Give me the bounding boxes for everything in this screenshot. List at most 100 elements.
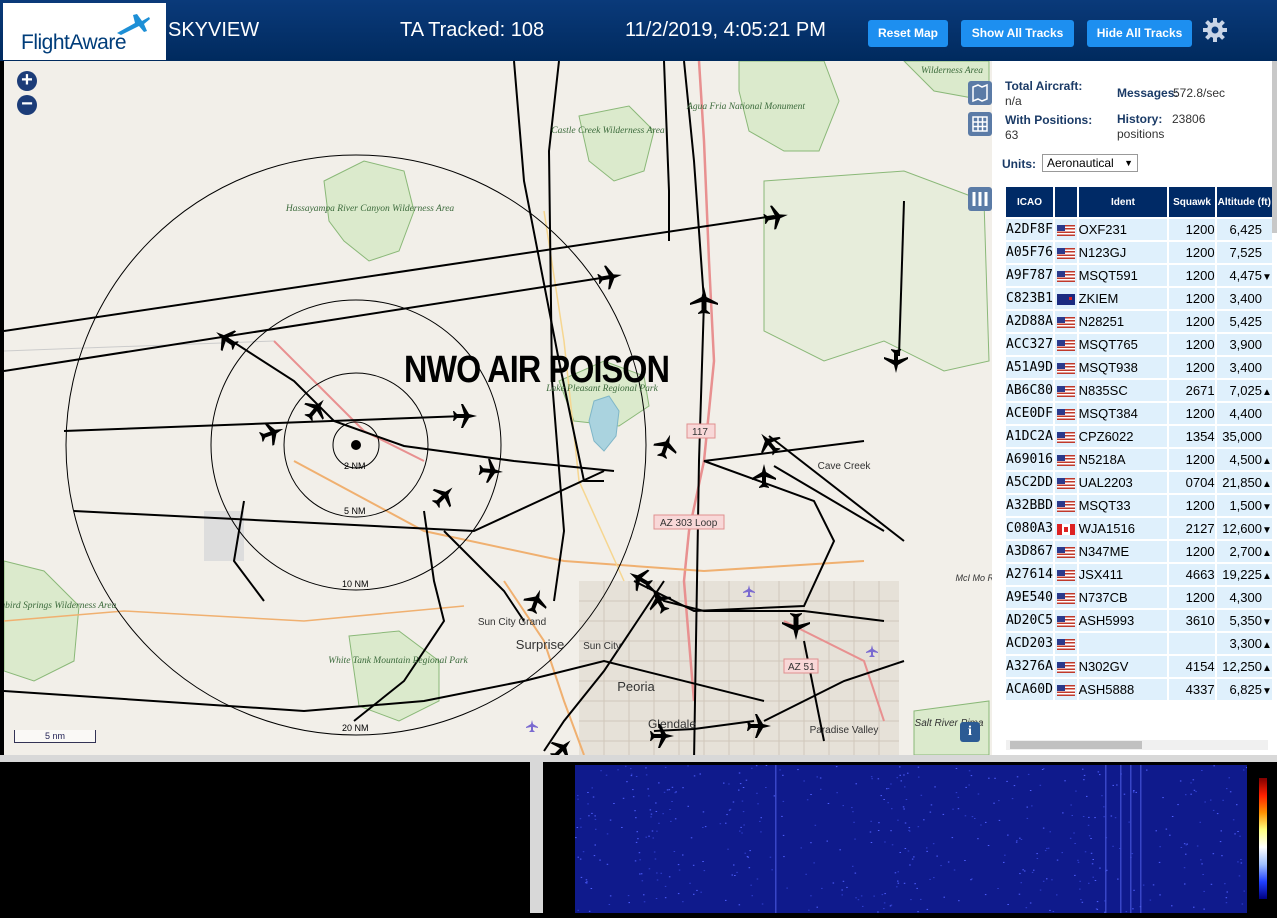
altitude-value: 7,525	[1229, 245, 1262, 260]
map-grid-button[interactable]	[968, 112, 992, 136]
column-header-altitude[interactable]: Altitude (ft)	[1216, 187, 1272, 217]
ring-label-5nm: 5 NM	[344, 506, 366, 516]
aircraft-icon	[690, 287, 718, 314]
altitude-value: 6,825	[1229, 682, 1262, 697]
city-paradise-valley: Paradise Valley	[810, 725, 879, 736]
horizontal-divider[interactable]	[0, 755, 1277, 762]
table-row[interactable]: ACD203 3,300▲	[1006, 633, 1272, 654]
column-header-squawk[interactable]: Squawk	[1169, 187, 1215, 217]
altitude-trend-icon: ▼	[1262, 272, 1272, 283]
altitude-value: 6,425	[1229, 222, 1262, 237]
city-cave-creek: Cave Creek	[818, 461, 872, 472]
units-select[interactable]: Aeronautical ▼	[1042, 154, 1138, 172]
cell-flag	[1054, 518, 1077, 539]
cell-altitude: 3,900	[1216, 334, 1272, 355]
table-row[interactable]: AD20C5 ASH5993 3610 5,350▼	[1006, 610, 1272, 631]
table-row[interactable]: C080A3 WJA1516 2127 12,600▼	[1006, 518, 1272, 539]
vertical-divider[interactable]	[530, 755, 543, 913]
cell-icao: A32BBD	[1006, 495, 1053, 516]
reset-map-button[interactable]: Reset Map	[868, 20, 948, 47]
map-view[interactable]: 2 NM 5 NM 10 NM 20 NM Castle Creek Wilde…	[4, 61, 992, 755]
gear-icon[interactable]	[1202, 17, 1228, 43]
city-surprise: Surprise	[516, 637, 564, 652]
info-button[interactable]: i	[960, 722, 980, 742]
cell-altitude: 5,425	[1216, 311, 1272, 332]
table-row[interactable]: ACE0DF MSQT384 1200 4,400	[1006, 403, 1272, 424]
units-label: Units:	[1002, 157, 1036, 171]
table-row[interactable]: AB6C80 N835SC 2671 7,025▲	[1006, 380, 1272, 401]
cell-ident: JSX411	[1078, 564, 1168, 585]
country-flag-icon	[1056, 685, 1075, 697]
table-row[interactable]: A32BBD MSQT33 1200 1,500▼	[1006, 495, 1272, 516]
table-row[interactable]: C823B1 ZKIEM 1200 3,400	[1006, 288, 1272, 309]
country-flag-icon	[1056, 386, 1075, 398]
altitude-value: 4,500	[1229, 452, 1262, 467]
altitude-value: 3,400	[1229, 360, 1262, 375]
aircraft-icon	[653, 434, 677, 459]
country-flag-icon	[1056, 317, 1075, 329]
messages-label: Messages:	[1117, 86, 1179, 100]
cell-icao: A5C2DD	[1006, 472, 1053, 493]
cell-altitude: 12,250▲	[1216, 656, 1272, 677]
cell-squawk: 1200	[1169, 288, 1215, 309]
aircraft-panel: Total Aircraft: n/a With Positions: 63 M…	[992, 61, 1277, 755]
column-header-ident[interactable]: Ident	[1078, 187, 1168, 217]
place-agua-fria: Agua Fria National Monument	[686, 102, 805, 112]
altitude-trend-icon: ▼	[1262, 525, 1272, 536]
columns-toggle-button[interactable]	[968, 187, 992, 211]
ring-label-2nm: 2 NM	[344, 461, 366, 471]
table-row[interactable]: ACA60D ASH5888 4337 6,825▼	[1006, 679, 1272, 700]
place-castle-creek: Castle Creek Wilderness Area	[551, 126, 665, 136]
hide-all-tracks-button[interactable]: Hide All Tracks	[1087, 20, 1192, 47]
table-row[interactable]: A3D867 N347ME 1200 2,700▲	[1006, 541, 1272, 562]
table-row[interactable]: A27614 JSX411 4663 19,225▲	[1006, 564, 1272, 585]
table-row[interactable]: A69016 N5218A 1200 4,500▲	[1006, 449, 1272, 470]
table-row[interactable]: A9F787 MSQT591 1200 4,475▼	[1006, 265, 1272, 286]
altitude-trend-icon: ▲	[1262, 387, 1272, 398]
table-row[interactable]: A05F76 N123GJ 1200 7,525	[1006, 242, 1272, 263]
cell-ident: N5218A	[1078, 449, 1168, 470]
table-horizontal-scrollbar[interactable]	[1006, 740, 1268, 750]
cell-altitude: 12,600▼	[1216, 518, 1272, 539]
cell-altitude: 5,350▼	[1216, 610, 1272, 631]
cell-squawk: 4663	[1169, 564, 1215, 585]
cell-squawk: 4154	[1169, 656, 1215, 677]
show-all-tracks-button[interactable]: Show All Tracks	[961, 20, 1074, 47]
cell-flag	[1054, 541, 1077, 562]
zoom-in-button[interactable]: +	[17, 70, 37, 91]
cell-flag	[1054, 357, 1077, 378]
column-header-icao[interactable]: ICAO	[1006, 187, 1053, 217]
scrollbar-thumb[interactable]	[1010, 741, 1142, 749]
aircraft-icon	[453, 404, 477, 428]
flightaware-logo[interactable]: FlightAware	[3, 3, 166, 60]
cell-icao: C080A3	[1006, 518, 1053, 539]
altitude-trend-icon: ▼	[1262, 617, 1272, 628]
cell-squawk: 0704	[1169, 472, 1215, 493]
place-hummingbird: Hummingbird Springs Wilderness Area	[4, 601, 117, 611]
map-layers-button[interactable]	[968, 81, 992, 105]
zoom-out-button[interactable]: −	[17, 94, 37, 115]
cell-icao: A3276A	[1006, 656, 1053, 677]
table-row[interactable]: A1DC2A CPZ6022 1354 35,000	[1006, 426, 1272, 447]
cell-icao: ACE0DF	[1006, 403, 1053, 424]
table-row[interactable]: A2D88A N28251 1200 5,425	[1006, 311, 1272, 332]
table-row[interactable]: A51A9D MSQT938 1200 3,400	[1006, 357, 1272, 378]
country-flag-icon	[1056, 455, 1075, 467]
cell-ident	[1078, 633, 1168, 654]
table-row[interactable]: A2DF8F OXF231 1200 6,425	[1006, 219, 1272, 240]
column-header-flag[interactable]	[1054, 187, 1077, 217]
cell-icao: A3D867	[1006, 541, 1053, 562]
table-row[interactable]: A9E540 N737CB 1200 4,300	[1006, 587, 1272, 608]
cell-squawk: 1200	[1169, 242, 1215, 263]
altitude-value: 35,000	[1222, 429, 1262, 444]
grid-icon	[972, 116, 988, 132]
place-hassayampa: Hassayampa River Canyon Wilderness Area	[285, 204, 455, 214]
table-row[interactable]: ACC327 MSQT765 1200 3,900	[1006, 334, 1272, 355]
cell-icao: ACA60D	[1006, 679, 1053, 700]
cell-squawk: 3610	[1169, 610, 1215, 631]
table-row[interactable]: A3276A N302GV 4154 12,250▲	[1006, 656, 1272, 677]
country-flag-icon	[1056, 501, 1075, 513]
chevron-down-icon: ▼	[1124, 158, 1133, 168]
cell-ident: WJA1516	[1078, 518, 1168, 539]
table-row[interactable]: A5C2DD UAL2203 0704 21,850▲	[1006, 472, 1272, 493]
